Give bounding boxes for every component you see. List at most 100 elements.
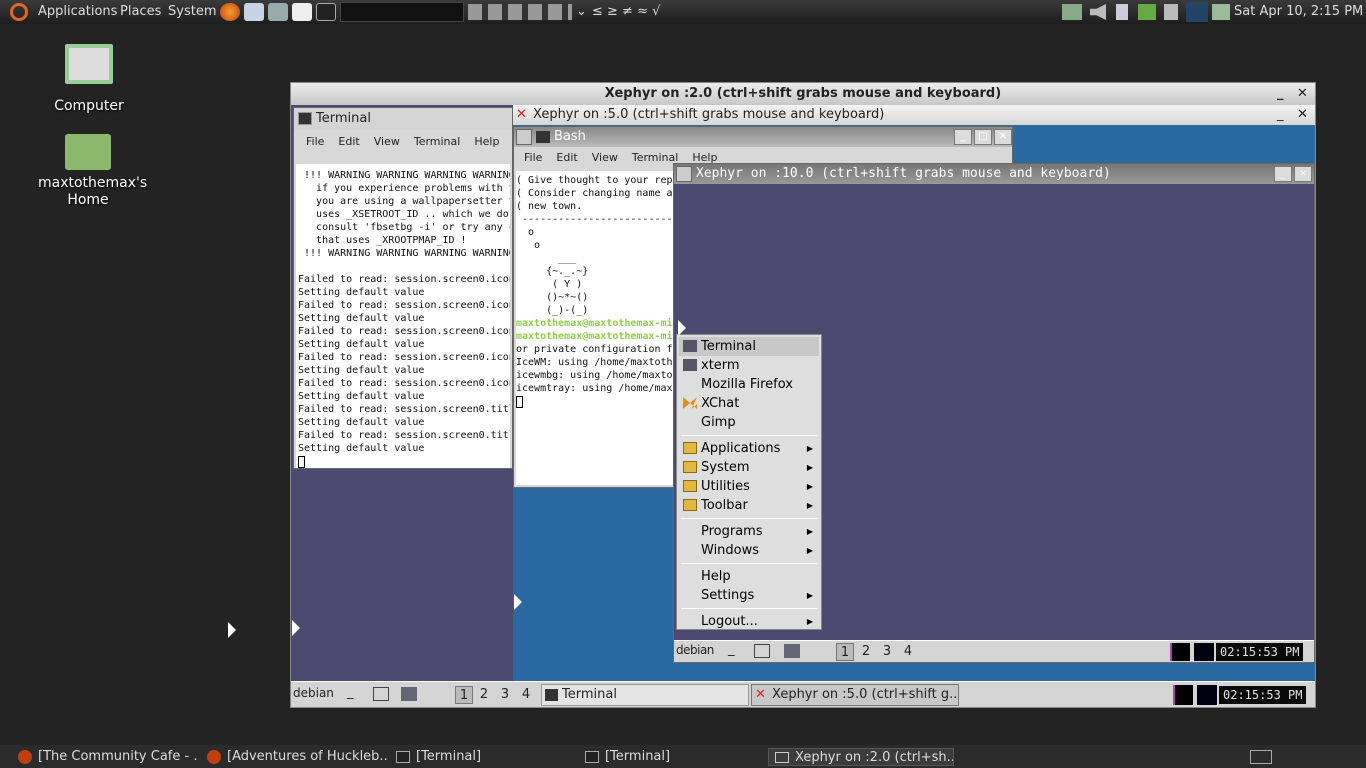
window-menu-button[interactable] bbox=[516, 129, 532, 145]
terminal-icon[interactable] bbox=[316, 3, 336, 21]
computer-label: Computer bbox=[54, 98, 124, 114]
xephyr-10-titlebar[interactable]: Xephyr on :10.0 (ctrl+shift grabs mouse … bbox=[674, 164, 1314, 184]
menu-edit[interactable]: Edit bbox=[556, 151, 577, 164]
workspace-4[interactable]: 4 bbox=[517, 686, 535, 704]
battery-icon[interactable] bbox=[1116, 4, 1128, 20]
home-desktop-icon[interactable]: maxtothemax's Home bbox=[38, 134, 147, 209]
menu-item-gimp[interactable]: Gimp bbox=[679, 413, 819, 432]
menu-item-help[interactable]: Help bbox=[679, 567, 819, 586]
bash-titlebar[interactable]: Bash _ □ ✕ bbox=[514, 127, 1012, 147]
menu-item-firefox[interactable]: Mozilla Firefox bbox=[679, 375, 819, 394]
dropdown-arrow-icon[interactable]: ⌄ bbox=[576, 4, 587, 19]
maximize-button[interactable]: □ bbox=[974, 129, 992, 145]
firefox-icon[interactable] bbox=[220, 3, 240, 21]
task-xephyr-2[interactable]: Xephyr on :2.0 (ctrl+sh... bbox=[768, 748, 954, 766]
menu-view[interactable]: View bbox=[374, 135, 400, 148]
minimize-button[interactable]: _ bbox=[1277, 83, 1284, 105]
workspace-3[interactable]: 3 bbox=[496, 686, 514, 704]
workspace-switcher[interactable] bbox=[340, 2, 464, 22]
task-xephyr-5[interactable]: ✕ Xephyr on :5.0 (ctrl+shift g... bbox=[751, 684, 959, 706]
places-menu[interactable]: Places bbox=[120, 4, 161, 19]
terminal-line: icewmtray: using /home/max bbox=[516, 383, 673, 394]
menu-file[interactable]: File bbox=[524, 151, 542, 164]
calculator-icon[interactable] bbox=[268, 3, 288, 21]
xephyr-5-window[interactable]: ✕ Xephyr on :5.0 (ctrl+shift grabs mouse… bbox=[513, 105, 1315, 681]
terminal-launcher-icon[interactable] bbox=[784, 644, 800, 658]
math-symbols[interactable]: ≤ ≥ ≠ ≈ √ bbox=[592, 4, 660, 19]
workspace-2[interactable]: 2 bbox=[857, 643, 875, 661]
terminal-window[interactable]: Terminal File Edit View Terminal Help !!! WA… bbox=[293, 107, 513, 469]
mail-icon[interactable] bbox=[244, 3, 264, 21]
bash-output[interactable]: ( Give thought to your rep ( Consider cha… bbox=[516, 171, 674, 485]
menu-item-terminal[interactable]: Terminal bbox=[679, 337, 819, 356]
terminal-line: Setting default value bbox=[298, 339, 425, 350]
workspace-2[interactable]: 2 bbox=[475, 686, 493, 704]
workspace-1[interactable]: 1 bbox=[836, 643, 854, 661]
menu-item-programs[interactable]: Programs ▶ bbox=[679, 522, 819, 541]
network-icon[interactable] bbox=[1062, 4, 1082, 20]
workspace-1[interactable]: 1 bbox=[455, 686, 473, 704]
menu-file[interactable]: File bbox=[306, 135, 324, 148]
menu-item-utilities[interactable]: Utilities ▶ bbox=[679, 477, 819, 496]
menu-item-toolbar[interactable]: Toolbar ▶ bbox=[679, 496, 819, 515]
computer-desktop-icon[interactable]: Computer bbox=[39, 44, 139, 114]
show-desktop-icon[interactable] bbox=[1250, 750, 1272, 764]
menu-item-xchat[interactable]: XChat bbox=[679, 394, 819, 413]
close-button[interactable]: ✕ bbox=[994, 129, 1012, 145]
window-icons-group bbox=[468, 4, 572, 20]
update-icon[interactable] bbox=[1138, 4, 1156, 20]
workspace-3[interactable]: 3 bbox=[878, 643, 896, 661]
menu-edit[interactable]: Edit bbox=[338, 135, 359, 148]
debian-start-button[interactable]: debian bbox=[293, 686, 334, 700]
menu-item-settings[interactable]: Settings ▶ bbox=[679, 586, 819, 605]
task-terminal[interactable]: Terminal bbox=[541, 684, 749, 706]
menu-item-xterm[interactable]: xterm bbox=[679, 356, 819, 375]
terminal-launcher-icon[interactable] bbox=[401, 687, 417, 701]
window-list-button[interactable] bbox=[373, 687, 389, 701]
debian-start-button[interactable]: debian bbox=[676, 643, 714, 657]
terminal-line: maxtothemax@maxtothemax-mi bbox=[516, 331, 673, 342]
task-community-cafe[interactable]: [The Community Cafe - ... bbox=[18, 748, 198, 766]
terminal-titlebar[interactable]: Terminal bbox=[294, 108, 512, 130]
task-terminal-2[interactable]: [Terminal] bbox=[585, 748, 765, 766]
close-button[interactable]: ✕ bbox=[1294, 166, 1312, 182]
task-huckleberry[interactable]: [Adventures of Huckleb... bbox=[207, 748, 387, 766]
app-tray-icon[interactable] bbox=[1186, 2, 1208, 22]
minimize-button[interactable]: _ bbox=[954, 129, 972, 145]
mail-tray-icon[interactable] bbox=[1212, 4, 1230, 20]
text-editor-icon[interactable] bbox=[292, 3, 312, 21]
menu-terminal[interactable]: Terminal bbox=[632, 151, 679, 164]
lock-icon[interactable] bbox=[1164, 4, 1178, 20]
minimize-button[interactable]: _ bbox=[1277, 105, 1284, 125]
task-terminal-1[interactable]: [Terminal] bbox=[396, 748, 576, 766]
workspace-4[interactable]: 4 bbox=[899, 643, 917, 661]
menu-item-windows[interactable]: Windows ▶ bbox=[679, 541, 819, 560]
window-list-button[interactable] bbox=[754, 644, 770, 658]
window-menu-button[interactable] bbox=[676, 166, 692, 182]
menu-item-logout[interactable]: Logout... ▶ bbox=[679, 612, 819, 631]
ubuntu-logo-icon[interactable] bbox=[10, 3, 28, 21]
close-button[interactable]: ✕ bbox=[1297, 83, 1308, 105]
menu-help[interactable]: Help bbox=[474, 135, 499, 148]
volume-icon[interactable] bbox=[1090, 4, 1106, 20]
system-menu[interactable]: System bbox=[168, 4, 216, 19]
terminal-line: icewmbg: using /home/maxto bbox=[516, 370, 673, 381]
xephyr-10-window[interactable]: Xephyr on :10.0 (ctrl+shift grabs mouse … bbox=[673, 163, 1315, 663]
minimize-button[interactable]: _ bbox=[1274, 166, 1292, 182]
menu-terminal[interactable]: Terminal bbox=[414, 135, 461, 148]
xephyr-2-window[interactable]: Xephyr on :2.0 (ctrl+shift grabs mouse a… bbox=[290, 82, 1316, 708]
terminal-icon bbox=[683, 340, 697, 352]
applications-menu[interactable]: Applications bbox=[38, 4, 117, 19]
xephyr-2-titlebar[interactable]: Xephyr on :2.0 (ctrl+shift grabs mouse a… bbox=[291, 83, 1315, 105]
show-desktop-button[interactable]: _ bbox=[347, 685, 354, 700]
menu-view[interactable]: View bbox=[592, 151, 618, 164]
menu-item-system[interactable]: System ▶ bbox=[679, 458, 819, 477]
clock[interactable]: Sat Apr 10, 2:15 PM bbox=[1234, 4, 1363, 19]
show-desktop-button[interactable]: _ bbox=[728, 642, 735, 657]
close-button[interactable]: ✕ bbox=[1297, 105, 1308, 125]
taskbar-clock[interactable]: 02:15:53 PM bbox=[1219, 686, 1307, 704]
xephyr-5-titlebar[interactable]: ✕ Xephyr on :5.0 (ctrl+shift grabs mouse… bbox=[513, 105, 1315, 125]
terminal-output[interactable]: !!! WARNING WARNING WARNING WARNING if y… bbox=[296, 164, 510, 468]
menu-item-applications[interactable]: Applications ▶ bbox=[679, 439, 819, 458]
taskbar-clock[interactable]: 02:15:53 PM bbox=[1216, 643, 1304, 661]
